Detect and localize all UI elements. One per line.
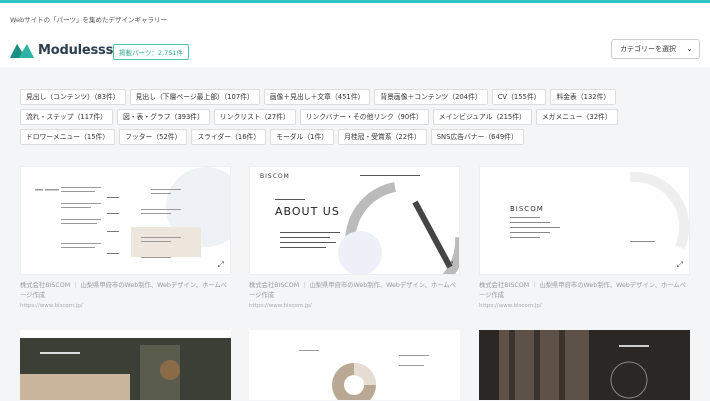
- expand-icon[interactable]: ⤢: [218, 260, 224, 270]
- thumb-title: ABOUT US: [275, 205, 340, 218]
- tag-link[interactable]: CV（155件）: [491, 89, 547, 105]
- tag-link[interactable]: メガメニュー（32件）: [535, 109, 618, 125]
- chevron-down-icon: ⌄: [686, 44, 693, 53]
- tag-row: ドロワーメニュー（15件） フッター（52件） スライダー（16件） モーダル（…: [20, 129, 700, 145]
- tag-row: 流れ・ステップ（117件） 図・表・グラフ（393件） リンクリスト（27件） …: [20, 109, 700, 125]
- tag-link[interactable]: 見出し（コンテンツ）（83件）: [20, 89, 126, 105]
- tag-link[interactable]: 図・表・グラフ（393件）: [116, 109, 210, 125]
- card-thumbnail[interactable]: BISCOM ⤢: [479, 166, 690, 275]
- category-select-label: カテゴリーを選択: [620, 45, 676, 53]
- card-caption[interactable]: 株式会社BISCOM ｜ 山梨県甲府市のWeb制作、Webデザイン、ホームページ…: [20, 281, 231, 301]
- card-caption[interactable]: 株式会社BISCOM ｜ 山梨県甲府市のWeb制作、Webデザイン、ホームページ…: [479, 281, 690, 301]
- gallery-card[interactable]: [249, 330, 460, 400]
- tag-link[interactable]: SNS広告バナー（649件）: [430, 129, 524, 145]
- card-thumbnail[interactable]: [249, 330, 460, 400]
- card-thumbnail[interactable]: BISCOM ABOUT US ⤢: [249, 166, 460, 275]
- tag-link[interactable]: 見出し（下層ページ最上部）（107件）: [129, 89, 260, 105]
- gallery-card[interactable]: BISCOM ABOUT US ⤢ 株式会社BISCOM ｜ 山梨県甲府市のWe…: [249, 166, 460, 309]
- tag-link[interactable]: モーダル（1件）: [270, 129, 335, 145]
- card-url[interactable]: https://www.biscom.jp/: [249, 303, 460, 309]
- tag-link[interactable]: リンクバナー・その他リンク（90件）: [299, 109, 429, 125]
- expand-icon[interactable]: ⤢: [447, 260, 453, 270]
- site-logo[interactable]: Modulesss...: [10, 42, 128, 58]
- gallery-card[interactable]: ⤢ 株式会社BISCOM ｜ 山梨県甲府市のWeb制作、Webデザイン、ホームペ…: [20, 166, 231, 309]
- gallery-card[interactable]: [479, 330, 690, 400]
- card-thumbnail[interactable]: [20, 330, 231, 400]
- tag-link[interactable]: スライダー（16件）: [191, 129, 267, 145]
- card-thumbnail[interactable]: [479, 330, 690, 400]
- thumb-brand: BISCOM: [510, 205, 544, 213]
- tag-link[interactable]: 料金表（132件）: [550, 89, 617, 105]
- tag-row: 見出し（コンテンツ）（83件） 見出し（下層ページ最上部）（107件） 画像＋見…: [20, 89, 700, 105]
- tag-link[interactable]: 流れ・ステップ（117件）: [20, 109, 113, 125]
- logo-icon: [10, 42, 34, 58]
- gallery-card[interactable]: BISCOM ⤢ 株式会社BISCOM ｜ 山梨県甲府市のWeb制作、Webデザ…: [479, 166, 690, 309]
- tag-link[interactable]: 背景画像＋コンテンツ（204件）: [374, 89, 488, 105]
- tag-link[interactable]: メインビジュアル（215件）: [432, 109, 532, 125]
- site-tagline: Webサイトの「パーツ」を集めたデザインギャラリー: [10, 16, 168, 24]
- tag-link[interactable]: 画像＋見出し＋文章（451件）: [263, 89, 371, 105]
- expand-icon[interactable]: ⤢: [677, 260, 683, 270]
- tag-link[interactable]: ドロワーメニュー（15件）: [20, 129, 116, 145]
- site-header: Webサイトの「パーツ」を集めたデザインギャラリー Modulesss... 掲…: [0, 3, 710, 67]
- card-url[interactable]: https://www.biscom.jp/: [20, 303, 231, 309]
- total-parts-badge: 掲載パーツ：2,751件: [113, 44, 189, 60]
- card-caption[interactable]: 株式会社BISCOM ｜ 山梨県甲府市のWeb制作、Webデザイン、ホームページ…: [249, 281, 460, 301]
- category-tags: 見出し（コンテンツ）（83件） 見出し（下層ページ最上部）（107件） 画像＋見…: [20, 89, 700, 149]
- tag-link[interactable]: リンクリスト（27件）: [213, 109, 296, 125]
- card-url[interactable]: https://www.biscom.jp/: [479, 303, 690, 309]
- category-select[interactable]: カテゴリーを選択 ⌄: [611, 39, 700, 59]
- thumb-brand: BISCOM: [260, 173, 290, 180]
- gallery-card[interactable]: [20, 330, 231, 400]
- tag-link[interactable]: 月桂冠・受賞系（22件）: [338, 129, 427, 145]
- tag-link[interactable]: フッター（52件）: [119, 129, 188, 145]
- card-thumbnail[interactable]: ⤢: [20, 166, 231, 275]
